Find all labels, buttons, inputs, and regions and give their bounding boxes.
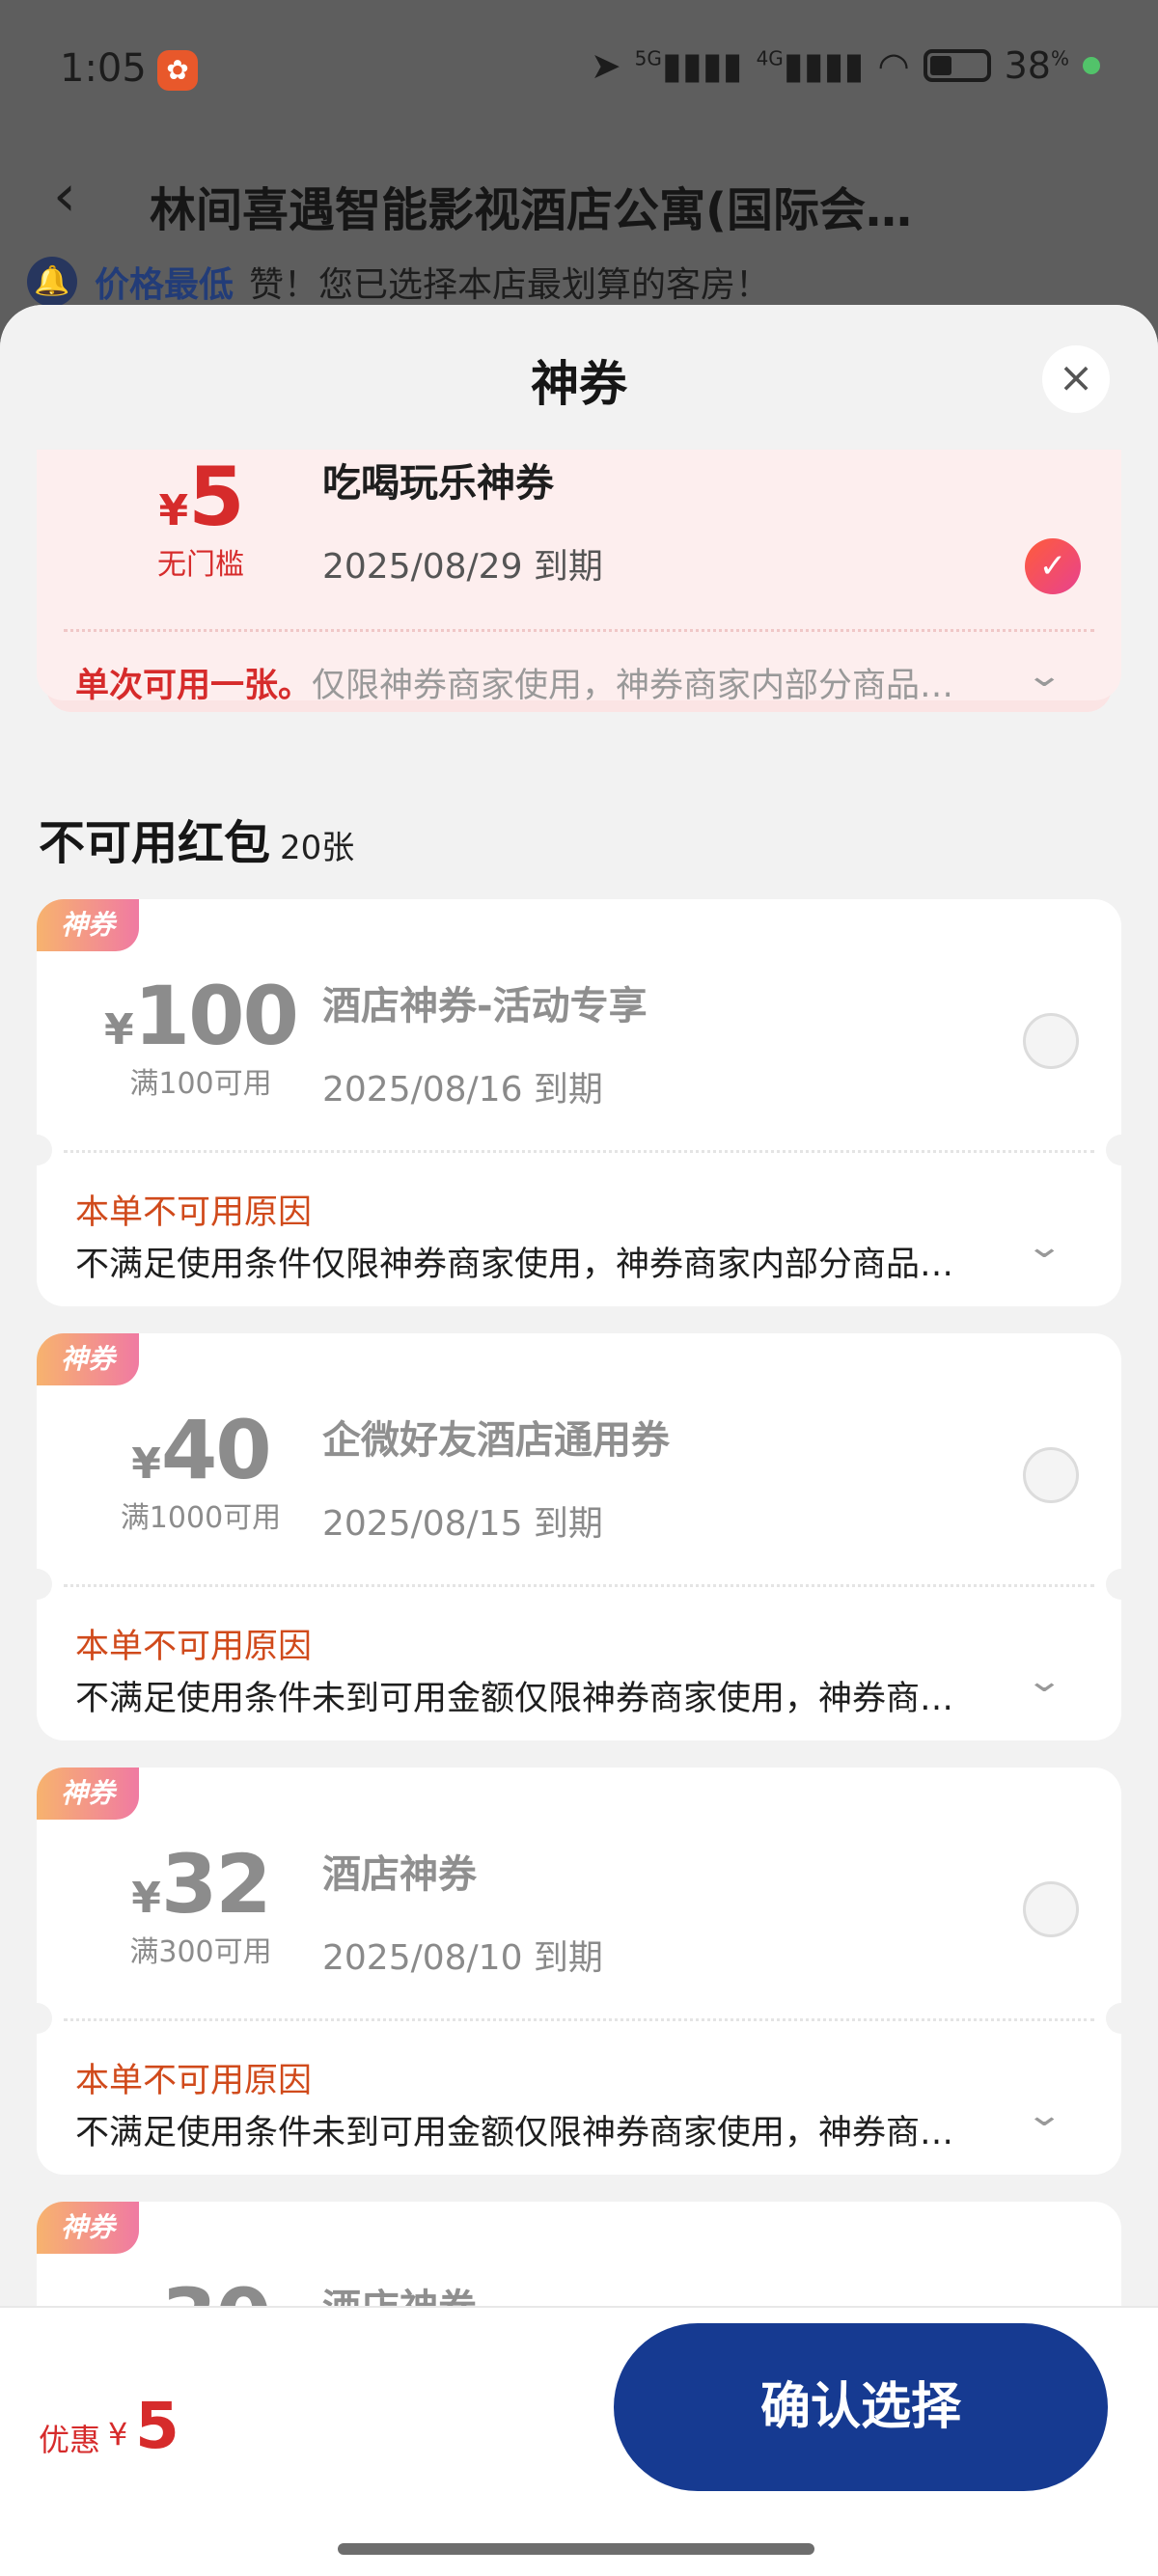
- signal-4g-icon: 4G▮▮▮▮: [756, 44, 865, 87]
- card-notch: [21, 2003, 52, 2034]
- chevron-down-icon[interactable]: ⌄: [1025, 1227, 1063, 1266]
- close-icon: ×: [1058, 353, 1094, 402]
- coupon-radio[interactable]: [1023, 1881, 1079, 1937]
- privacy-dot-icon: [1083, 57, 1100, 74]
- location-icon: ➤: [590, 44, 621, 87]
- battery-icon: [923, 49, 991, 82]
- checkmark-icon[interactable]: ✓: [1025, 538, 1081, 594]
- price-notice: 🔔 价格最低 赞！您已选择本店最划算的客房！: [27, 253, 770, 311]
- sheet-header: 神券 ×: [0, 305, 1158, 450]
- unavailable-section-title: 不可用红包 20张: [39, 816, 355, 870]
- coupon-sheet: 神券 × ¥5 无门槛 吃喝玩乐神券 2025/08/29 到期 ✓ 单次可用一…: [0, 305, 1158, 2576]
- coupon-condition: 满300可用: [129, 1935, 272, 1969]
- coupon-expiry: 2025/08/10 到期: [322, 1938, 603, 1978]
- coupon-amount: ¥32 满300可用: [75, 1837, 326, 1970]
- reason-text: 不满足使用条件未到可用金额仅限神券商家使用，神券商…: [75, 1680, 954, 1718]
- status-time: 1:05: [60, 46, 147, 91]
- coupon-tag: 神券: [37, 1768, 139, 1820]
- unavailable-coupon-card[interactable]: 神券 ¥30 酒店神券: [37, 2202, 1121, 2312]
- card-notch: [1106, 2003, 1137, 2034]
- coupon-divider: [64, 2018, 1094, 2021]
- coupon-amount: ¥100 满100可用: [75, 969, 326, 1102]
- coupon-expiry: 2025/08/29 到期: [322, 547, 603, 587]
- home-indicator[interactable]: [338, 2543, 814, 2555]
- unavailable-coupon-card[interactable]: 神券 ¥40 满1000可用 企微好友酒店通用券 2025/08/15 到期 本…: [21, 1333, 1137, 1740]
- unavailable-coupon-card[interactable]: 神券 ¥100 满100可用 酒店神券-活动专享 2025/08/16 到期 本…: [21, 899, 1137, 1306]
- discount-currency: ¥: [108, 2416, 128, 2453]
- status-bar: 1:05 ✿ ➤ 5G▮▮▮▮ 4G▮▮▮▮ ◠ 38%: [0, 0, 1158, 145]
- coupon-condition: 满1000可用: [120, 1501, 282, 1535]
- reason-text: 不满足使用条件仅限神券商家使用，神券商家内部分商品…: [75, 1246, 954, 1284]
- coupon-list[interactable]: ¥5 无门槛 吃喝玩乐神券 2025/08/29 到期 ✓ 单次可用一张。仅限神…: [0, 450, 1158, 2312]
- coupon-divider: [64, 1150, 1094, 1153]
- coupon-radio[interactable]: [1023, 1013, 1079, 1069]
- app-notification-icon: ✿: [157, 50, 198, 91]
- reason-text: 不满足使用条件未到可用金额仅限神券商家使用，神券商…: [75, 2114, 954, 2152]
- card-notch: [21, 1569, 52, 1600]
- chevron-down-icon[interactable]: ⌄: [1025, 1661, 1063, 1700]
- coupon-name: 吃喝玩乐神券: [322, 461, 554, 506]
- status-icons: ➤ 5G▮▮▮▮ 4G▮▮▮▮ ◠ 38%: [591, 44, 1100, 87]
- background-page: 1:05 ✿ ➤ 5G▮▮▮▮ 4G▮▮▮▮ ◠ 38% ‹ 林间喜遇智能影视酒…: [0, 0, 1158, 328]
- price-lowest-tag: 价格最低: [95, 265, 234, 305]
- coupon-expiry: 2025/08/15 到期: [322, 1504, 603, 1544]
- chevron-down-icon[interactable]: ⌄: [1025, 2096, 1063, 2134]
- coupon-tag: 神券: [37, 2202, 139, 2254]
- chevron-down-icon[interactable]: ⌄: [1025, 656, 1063, 695]
- reason-title: 本单不可用原因: [75, 2062, 313, 2100]
- coupon-name: 酒店神券: [322, 1852, 477, 1897]
- selected-coupon-card[interactable]: ¥5 无门槛 吃喝玩乐神券 2025/08/29 到期 ✓ 单次可用一张。仅限神…: [37, 450, 1121, 705]
- coupon-expiry: 2025/08/16 到期: [322, 1070, 603, 1110]
- unavailable-coupon-card[interactable]: 神券 ¥32 满300可用 酒店神券 2025/08/10 到期 本单不可用原因…: [21, 1768, 1137, 2175]
- back-arrow-icon[interactable]: ‹: [53, 162, 76, 230]
- coupon-divider: [64, 1584, 1094, 1587]
- wifi-icon: ◠: [877, 44, 910, 87]
- card-notch: [1106, 1135, 1137, 1165]
- card-notch: [21, 1135, 52, 1165]
- bell-icon: 🔔: [27, 257, 77, 307]
- coupon-tag: 神券: [37, 1333, 139, 1385]
- discount-amount: 5: [135, 2389, 179, 2463]
- coupon-divider: [64, 629, 1094, 632]
- sheet-title: 神券: [531, 356, 627, 412]
- signal-5g-icon: 5G▮▮▮▮: [634, 44, 743, 87]
- card-notch: [1106, 1569, 1137, 1600]
- close-button[interactable]: ×: [1042, 345, 1110, 413]
- reason-title: 本单不可用原因: [75, 1193, 313, 1232]
- hotel-title: 林间喜遇智能影视酒店公寓(国际会…: [150, 183, 912, 237]
- coupon-amount: ¥40 满1000可用: [75, 1403, 326, 1536]
- background-nav: ‹ 林间喜遇智能影视酒店公寓(国际会…: [0, 145, 1158, 251]
- price-notice-text: 赞！您已选择本店最划算的客房！: [249, 265, 771, 305]
- coupon-name: 酒店神券-活动专享: [322, 984, 648, 1028]
- coupon-condition: 无门槛: [157, 548, 244, 582]
- footer-bar: 优惠 ¥ 5 确认选择: [0, 2306, 1158, 2576]
- battery-level: 38%: [1004, 44, 1069, 87]
- discount-label: 优惠: [39, 2422, 101, 2458]
- coupon-amount: ¥5 无门槛: [75, 450, 326, 583]
- coupon-radio[interactable]: [1023, 1447, 1079, 1503]
- coupon-rule: 单次可用一张。仅限神券商家使用，神券商家内部分商品…: [75, 667, 954, 705]
- coupon-condition: 满100可用: [129, 1067, 272, 1101]
- confirm-button[interactable]: 确认选择: [614, 2323, 1108, 2491]
- coupon-name: 企微好友酒店通用券: [322, 1418, 670, 1463]
- coupon-tag: 神券: [37, 899, 139, 951]
- reason-title: 本单不可用原因: [75, 1628, 313, 1666]
- unavailable-count: 20张: [280, 829, 355, 867]
